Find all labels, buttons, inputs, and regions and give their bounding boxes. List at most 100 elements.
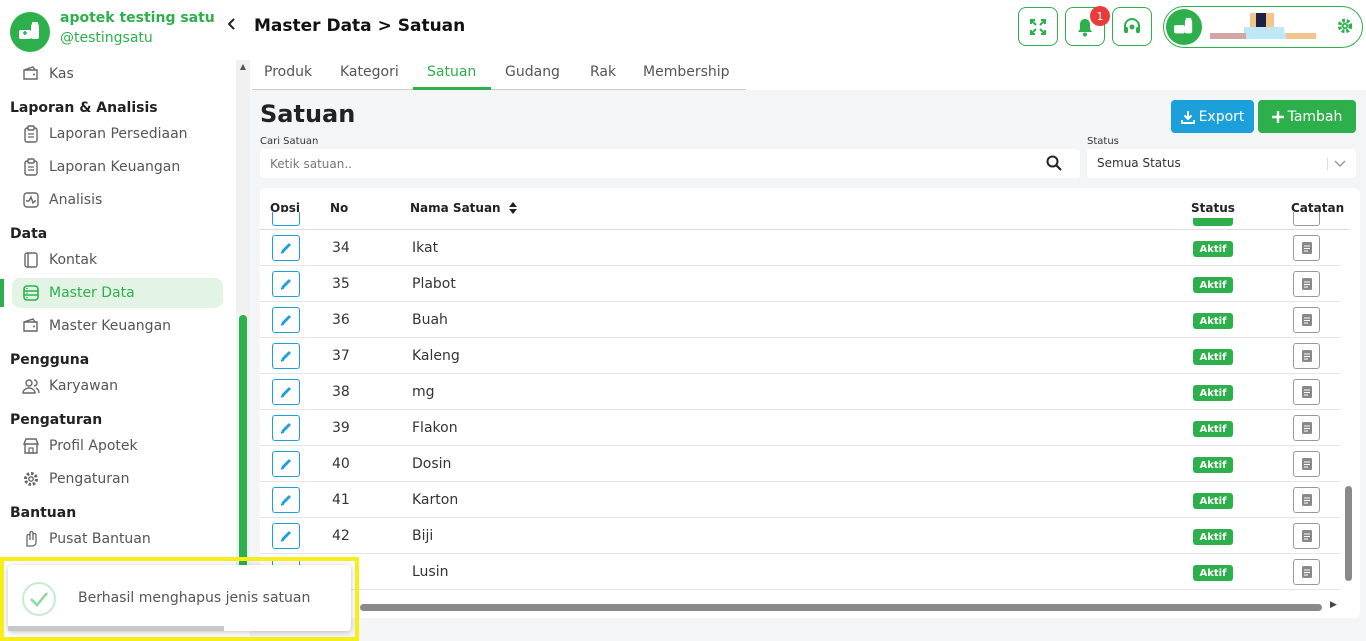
note-button[interactable] — [1293, 523, 1320, 549]
gear-icon — [22, 470, 40, 488]
sidebar-item-master-keuangan[interactable]: Master Keuangan — [12, 311, 223, 341]
tab-membership[interactable]: Membership — [643, 64, 730, 80]
edit-button[interactable] — [272, 307, 300, 333]
edit-button[interactable] — [272, 343, 300, 369]
sidebar-item-profil-apotek[interactable]: Profil Apotek — [12, 431, 223, 461]
note-button[interactable] — [1293, 343, 1320, 369]
edit-button[interactable] — [272, 271, 300, 297]
table-row: 40 Dosin Aktif — [260, 446, 1340, 482]
brand-username: @testingsatu — [60, 30, 153, 46]
note-button[interactable] — [1293, 487, 1320, 513]
note-icon — [1301, 350, 1312, 362]
highlight-box — [0, 557, 359, 641]
edit-button[interactable] — [272, 235, 300, 261]
gear-icon[interactable] — [1336, 17, 1354, 35]
chevron-down-icon — [1334, 160, 1346, 168]
sidebar-item-pusat-bantuan[interactable]: Pusat Bantuan — [12, 524, 223, 554]
sidebar-item-label: Analisis — [49, 192, 103, 208]
sidebar-item-laporan-keuangan[interactable]: Laporan Keuangan — [12, 152, 223, 182]
sidebar-item-label: Laporan Keuangan — [49, 159, 181, 175]
tab-rak[interactable]: Rak — [590, 64, 616, 80]
sidebar-item-pengaturan[interactable]: Pengaturan — [12, 464, 223, 494]
search-icon[interactable] — [1046, 155, 1062, 171]
cell-no: 36 — [332, 312, 350, 328]
table-row: 41 Karton Aktif — [260, 482, 1340, 518]
sidebar-section-laporan-analisis: Laporan & Analisis — [10, 100, 158, 116]
edit-button[interactable] — [272, 212, 300, 226]
status-badge: Aktif — [1193, 565, 1233, 581]
sidebar-item-label: Master Data — [49, 285, 135, 301]
sidebar-scroll-thumb[interactable] — [239, 315, 247, 580]
search-input[interactable] — [270, 155, 1030, 173]
brand-name: apotek testing satu — [60, 10, 215, 26]
export-button[interactable]: Export — [1171, 100, 1254, 133]
scroll-right-icon[interactable]: ▶ — [1330, 600, 1337, 610]
status-badge: Aktif — [1193, 493, 1233, 509]
edit-button[interactable] — [272, 379, 300, 405]
sidebar-item-label: Pengaturan — [49, 471, 130, 487]
status-badge — [1193, 218, 1233, 226]
cell-nama-satuan: Flakon — [412, 420, 458, 436]
note-button[interactable] — [1293, 271, 1320, 297]
table-row: 34 Ikat Aktif — [260, 230, 1340, 266]
note-icon — [1301, 494, 1312, 506]
status-badge: Aktif — [1193, 457, 1233, 473]
note-button[interactable] — [1293, 559, 1320, 585]
add-button[interactable]: Tambah — [1258, 100, 1356, 133]
sidebar-item-kas[interactable]: Kas — [12, 59, 223, 89]
profile-menu[interactable] — [1163, 6, 1363, 48]
sidebar-item-label: Kontak — [49, 252, 98, 268]
cell-nama-satuan: Dosin — [412, 456, 452, 472]
scroll-up-icon[interactable]: ▲ — [236, 60, 250, 74]
note-button[interactable] — [1293, 235, 1320, 261]
status-badge: Aktif — [1193, 349, 1233, 365]
sidebar-item-laporan-persediaan[interactable]: Laporan Persediaan — [12, 119, 223, 149]
sidebar-item-karyawan[interactable]: Karyawan — [12, 371, 223, 401]
status-select[interactable]: Semua Status — [1087, 149, 1356, 178]
note-button[interactable] — [1293, 451, 1320, 477]
table-row: 42 Biji Aktif — [260, 518, 1340, 554]
tab-satuan[interactable]: Satuan — [427, 64, 476, 80]
status-badge: Aktif — [1193, 277, 1233, 293]
cell-nama-satuan: Ikat — [412, 240, 439, 256]
sidebar-item-kontak[interactable]: Kontak — [12, 245, 223, 275]
status-badge: Aktif — [1193, 385, 1233, 401]
note-button[interactable] — [1293, 307, 1320, 333]
sidebar-item-master-data[interactable]: Master Data — [12, 278, 223, 308]
support-button[interactable] — [1112, 7, 1152, 46]
wallet-icon — [22, 65, 40, 83]
note-button[interactable] — [1293, 212, 1320, 226]
status-select-value: Semua Status — [1097, 156, 1181, 170]
sidebar-item-label: Laporan Persediaan — [49, 126, 188, 142]
hand-icon — [22, 530, 40, 548]
wallet-icon — [22, 317, 40, 335]
tab-produk[interactable]: Produk — [264, 64, 312, 80]
tab-gudang[interactable]: Gudang — [505, 64, 560, 80]
cell-no: 39 — [332, 420, 350, 436]
cell-no: 42 — [332, 528, 350, 544]
collapse-sidebar-icon[interactable] — [227, 18, 236, 34]
table-horizontal-scroll-thumb[interactable] — [360, 604, 1322, 611]
clipboard-icon — [22, 158, 40, 176]
edit-button[interactable] — [272, 451, 300, 477]
table-vertical-scroll-thumb[interactable] — [1345, 486, 1352, 581]
active-indicator — [0, 279, 4, 307]
note-button[interactable] — [1293, 379, 1320, 405]
sidebar-section-pengguna: Pengguna — [10, 352, 90, 368]
pencil-icon — [280, 315, 291, 326]
fullscreen-button[interactable] — [1018, 7, 1058, 46]
note-icon — [1301, 386, 1312, 398]
table-row: Lusin Aktif — [260, 554, 1340, 590]
table-row: 39 Flakon Aktif — [260, 410, 1340, 446]
sidebar-item-analisis[interactable]: Analisis — [12, 185, 223, 215]
tab-kategori[interactable]: Kategori — [340, 64, 399, 80]
edit-button[interactable] — [272, 415, 300, 441]
pencil-icon — [280, 495, 291, 506]
select-separator — [1327, 158, 1328, 170]
edit-button[interactable] — [272, 523, 300, 549]
cell-no: 34 — [332, 240, 350, 256]
search-label: Cari Satuan — [260, 136, 319, 147]
edit-button[interactable] — [272, 487, 300, 513]
contact-book-icon — [22, 251, 40, 269]
note-button[interactable] — [1293, 415, 1320, 441]
